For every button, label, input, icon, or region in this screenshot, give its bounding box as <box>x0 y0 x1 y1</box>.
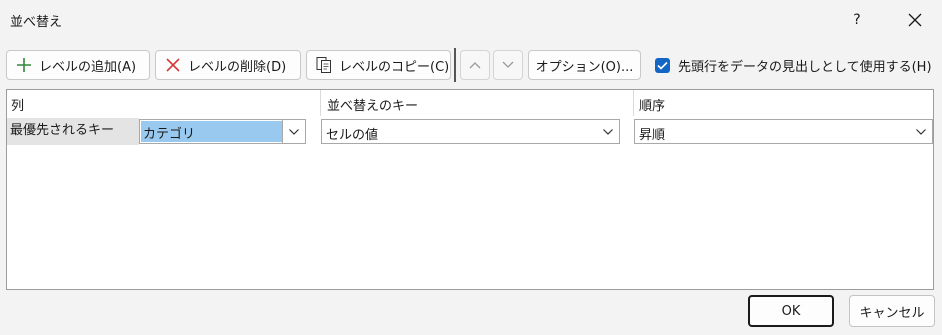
plus-icon <box>15 56 33 74</box>
chevron-down-icon <box>916 128 926 135</box>
cancel-button[interactable]: キャンセル <box>849 295 935 327</box>
cancel-label: キャンセル <box>859 305 925 321</box>
copy-level-button[interactable]: レベルのコピー(C) <box>306 50 451 80</box>
sort-on-select[interactable]: セルの値 <box>321 119 620 144</box>
ok-button[interactable]: OK <box>748 295 834 327</box>
options-button[interactable]: オプション(O)... <box>528 50 641 80</box>
chevron-down-icon <box>502 61 514 68</box>
header-row-label: 先頭行をデータの見出しとして使用する(H) <box>678 60 932 75</box>
column-select[interactable]: カテゴリ <box>139 119 306 144</box>
copy-level-label: レベルのコピー(C) <box>339 59 450 75</box>
help-button[interactable]: ? <box>842 6 872 34</box>
sort-on-select-dropdown[interactable] <box>597 120 619 143</box>
move-down-button[interactable] <box>493 50 523 80</box>
level-row-label[interactable]: 最優先されるキー <box>7 118 139 145</box>
close-button[interactable] <box>898 6 932 34</box>
options-label: オプション(O)... <box>535 59 634 75</box>
column-select-value: カテゴリ <box>141 121 284 142</box>
order-select[interactable]: 昇順 <box>634 119 933 144</box>
header-divider <box>633 90 634 116</box>
order-select-value: 昇順 <box>639 128 666 143</box>
delete-x-icon <box>164 56 182 74</box>
move-up-button[interactable] <box>460 50 490 80</box>
column-header-column: 列 <box>11 99 25 114</box>
column-header-sort-on: 並べ替えのキー <box>327 99 419 114</box>
chevron-up-icon <box>469 62 481 69</box>
copy-icon <box>315 56 333 74</box>
checkmark-icon <box>657 61 668 70</box>
ok-label: OK <box>781 303 801 319</box>
delete-level-button[interactable]: レベルの削除(D) <box>155 50 301 80</box>
dialog-title: 並べ替え <box>10 15 63 30</box>
help-icon: ? <box>853 12 861 28</box>
header-row-checkbox[interactable] <box>655 58 670 73</box>
column-select-dropdown[interactable] <box>282 120 305 143</box>
header-row-option[interactable]: 先頭行をデータの見出しとして使用する(H) <box>655 56 932 75</box>
order-select-dropdown[interactable] <box>910 120 932 143</box>
toolbar-separator <box>454 48 456 82</box>
delete-level-label: レベルの削除(D) <box>188 59 287 75</box>
sort-levels-grid: 列 並べ替えのキー 順序 最優先されるキー カテゴリ セルの値 昇順 <box>6 89 934 290</box>
add-level-label: レベルの追加(A) <box>39 59 137 75</box>
chevron-down-icon <box>603 128 613 135</box>
close-icon <box>908 13 922 27</box>
header-divider <box>320 90 321 116</box>
column-header-order: 順序 <box>639 99 666 114</box>
sort-on-select-value: セルの値 <box>326 128 379 143</box>
chevron-down-icon <box>289 128 299 135</box>
add-level-button[interactable]: レベルの追加(A) <box>6 50 150 80</box>
title-bar: 並べ替え ? <box>0 0 942 40</box>
